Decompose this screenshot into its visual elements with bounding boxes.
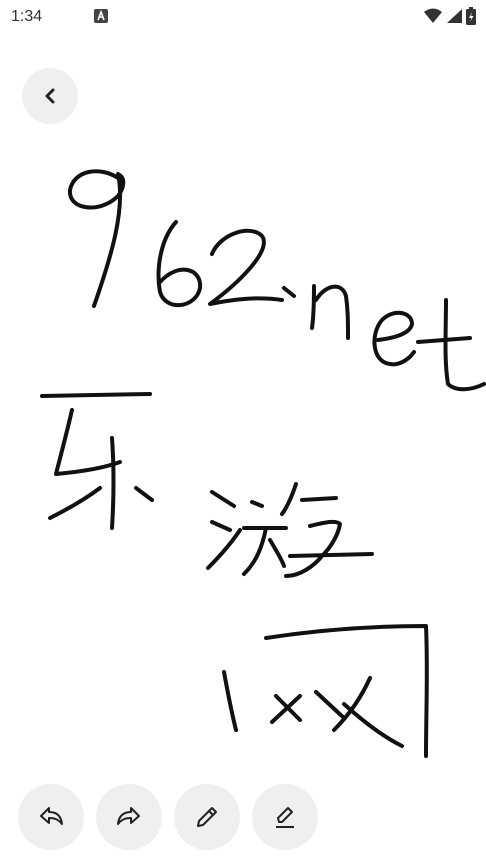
ink-stroke — [372, 310, 416, 367]
eraser-button[interactable] — [252, 784, 318, 850]
undo-button[interactable] — [18, 784, 84, 850]
redo-icon — [117, 807, 140, 825]
ink-stroke — [222, 670, 238, 732]
ink-stroke — [270, 694, 302, 724]
drawing-toolbar — [18, 784, 318, 850]
eraser-icon — [276, 807, 294, 828]
ink-stroke — [314, 690, 346, 720]
undo-icon — [40, 807, 63, 825]
ink-stroke — [210, 490, 236, 508]
redo-button[interactable] — [96, 784, 162, 850]
ink-stroke — [416, 298, 486, 392]
ink-stroke — [156, 220, 203, 308]
ink-stroke — [134, 486, 154, 502]
ink-stroke — [282, 286, 296, 298]
ink-stroke — [310, 284, 350, 340]
ink-stroke — [40, 392, 152, 398]
ink-stroke — [206, 528, 242, 570]
pen-button[interactable] — [174, 784, 240, 850]
ink-stroke — [280, 482, 374, 578]
ink-stroke — [48, 486, 102, 520]
ink-stroke — [208, 228, 284, 306]
ink-stroke — [264, 624, 429, 758]
drawing-canvas[interactable] — [0, 0, 486, 864]
ink-stroke — [110, 436, 116, 530]
ink-stroke — [242, 500, 288, 576]
ink-stroke — [210, 520, 232, 532]
ink-stroke — [342, 702, 404, 748]
pencil-icon — [197, 807, 217, 827]
ink-stroke — [68, 169, 126, 308]
chevron-left-icon — [45, 88, 55, 104]
back-button[interactable] — [22, 68, 78, 124]
